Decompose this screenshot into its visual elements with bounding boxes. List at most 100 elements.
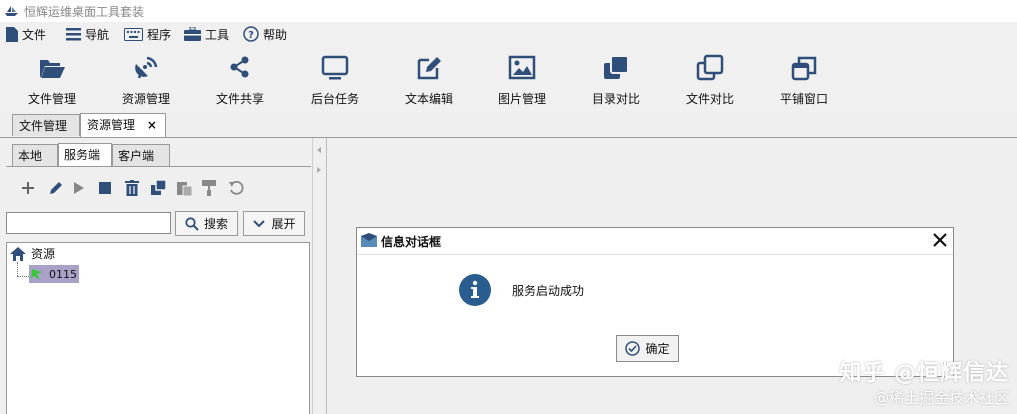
toolbar-resource-manager-label: 资源管理: [121, 92, 170, 106]
search-icon: [185, 216, 199, 231]
tab-local-label: 本地: [18, 149, 43, 163]
toolbar-background-tasks-button[interactable]: 后台任务: [295, 54, 375, 110]
tree-root-node[interactable]: 资源: [9, 245, 55, 262]
toolbar-file-manager-button[interactable]: 文件管理: [12, 54, 92, 110]
tab-server[interactable]: 服务端: [58, 143, 112, 167]
dialog-message: 服务启动成功: [512, 284, 585, 298]
tab-server-label: 服务端: [64, 148, 101, 162]
chevron-down-icon: [253, 219, 266, 227]
tree-branch-line: [17, 262, 19, 276]
clone-icon: [604, 55, 629, 79]
tab-resource-manager[interactable]: 资源管理 ×: [80, 113, 166, 138]
clone-icon: [151, 180, 167, 195]
file-icon: [6, 26, 18, 42]
watermark-secondary: @稀土掘金技术社区: [873, 389, 1009, 407]
delete-button[interactable]: [122, 178, 142, 198]
menu-file-label: 文件: [22, 27, 47, 42]
menu-file[interactable]: 文件: [6, 26, 46, 42]
tab-client-label: 客户端: [118, 149, 155, 163]
svg-text:?: ?: [248, 30, 254, 41]
leaf-node-icon: [31, 269, 42, 280]
menu-bar: 文件 导航 程序 工具 ? 帮助: [0, 22, 1017, 46]
menu-tools-label: 工具: [205, 27, 230, 42]
toolbar-tile-windows-label: 平铺窗口: [779, 92, 828, 106]
menu-tools[interactable]: 工具: [184, 26, 229, 42]
toolbar-tile-windows-button[interactable]: 平铺窗口: [764, 54, 844, 110]
tab-file-manager-label: 文件管理: [19, 119, 68, 133]
panel-splitter[interactable]: [312, 138, 327, 414]
format-button[interactable]: [199, 178, 219, 198]
tab-close-icon[interactable]: ×: [147, 118, 157, 132]
menu-program[interactable]: 程序: [124, 26, 171, 42]
undo-icon: [228, 180, 243, 195]
paste-icon: [177, 182, 193, 196]
title-bar: 恒辉运维桌面工具套装: [0, 0, 1017, 22]
folder-open-icon: [40, 60, 65, 78]
ok-button-label: 确定: [645, 342, 670, 356]
stop-icon: [99, 182, 111, 194]
help-icon: ?: [243, 26, 259, 42]
toolbar-file-compare-button[interactable]: 文件对比: [670, 54, 750, 110]
search-input[interactable]: [6, 212, 171, 234]
toolbar-image-manager-button[interactable]: 图片管理: [482, 54, 562, 110]
dialog-title-bar[interactable]: 信息对话框: [357, 228, 953, 255]
info-icon: [459, 274, 491, 306]
stop-button[interactable]: [95, 178, 115, 198]
list-icon: [66, 27, 81, 40]
edit-button[interactable]: [45, 178, 65, 198]
toolbar-dir-compare-label: 目录对比: [591, 92, 640, 106]
watermark-primary: 知乎 @恒辉信达: [839, 361, 1009, 386]
tab-client[interactable]: 客户端: [112, 144, 170, 166]
toolbar-image-manager-label: 图片管理: [497, 92, 546, 106]
plus-icon: [22, 182, 34, 194]
toolbar-file-compare-label: 文件对比: [685, 92, 734, 106]
copy-icon: [696, 54, 724, 81]
start-button[interactable]: [69, 178, 89, 198]
trash-icon: [125, 180, 139, 196]
tab-resource-manager-label: 资源管理: [87, 118, 136, 132]
toolbar-text-edit-label: 文本编辑: [404, 92, 453, 106]
panel-tab-divider: [6, 166, 311, 167]
toolbar-file-manager-label: 文件管理: [27, 92, 76, 106]
paint-roller-icon: [202, 180, 216, 196]
app-logo-icon: [5, 6, 18, 16]
splitter-arrows-icon: [317, 147, 321, 173]
tree-node-label: 0115: [49, 267, 77, 281]
window-restore-icon: [791, 56, 817, 81]
toolbar-resource-manager-button[interactable]: 资源管理: [106, 54, 186, 110]
paste-button[interactable]: [175, 178, 195, 198]
dialog-app-icon: [361, 233, 377, 247]
monitor-icon: [321, 55, 349, 80]
image-icon: [508, 55, 536, 80]
menu-program-label: 程序: [147, 27, 172, 42]
menu-help-label: 帮助: [263, 27, 288, 42]
edit-icon: [417, 57, 441, 80]
resource-panel: 本地 服务端 客户端 搜索 展开 资源 0115: [0, 138, 312, 414]
add-button[interactable]: [18, 178, 38, 198]
toolbox-icon: [184, 27, 201, 41]
toolbar-text-edit-button[interactable]: 文本编辑: [389, 54, 469, 110]
clone-button[interactable]: [149, 178, 169, 198]
undo-button[interactable]: [226, 178, 246, 198]
home-icon: [10, 246, 26, 261]
tree-branch-connector: [17, 276, 29, 278]
expand-button-label: 展开: [271, 217, 296, 231]
menu-navigate[interactable]: 导航: [66, 26, 109, 42]
share-icon: [230, 56, 249, 78]
menu-navigate-label: 导航: [85, 27, 110, 42]
tab-local[interactable]: 本地: [12, 144, 58, 166]
ok-button[interactable]: 确定: [616, 335, 679, 362]
keyboard-icon: [124, 27, 143, 41]
expand-button[interactable]: 展开: [243, 211, 305, 236]
tree-node-0115[interactable]: 0115: [29, 265, 79, 283]
satellite-icon: [135, 56, 158, 79]
menu-help[interactable]: ? 帮助: [243, 26, 287, 42]
toolbar-file-share-button[interactable]: 文件共享: [200, 54, 280, 110]
search-button[interactable]: 搜索: [175, 211, 238, 236]
toolbar-file-share-label: 文件共享: [215, 92, 264, 106]
dialog-title: 信息对话框: [381, 235, 442, 249]
toolbar-dir-compare-button[interactable]: 目录对比: [576, 54, 656, 110]
document-tabs: 文件管理 资源管理 ×: [0, 112, 1017, 138]
close-icon[interactable]: [931, 231, 949, 249]
tab-file-manager[interactable]: 文件管理: [12, 114, 80, 136]
